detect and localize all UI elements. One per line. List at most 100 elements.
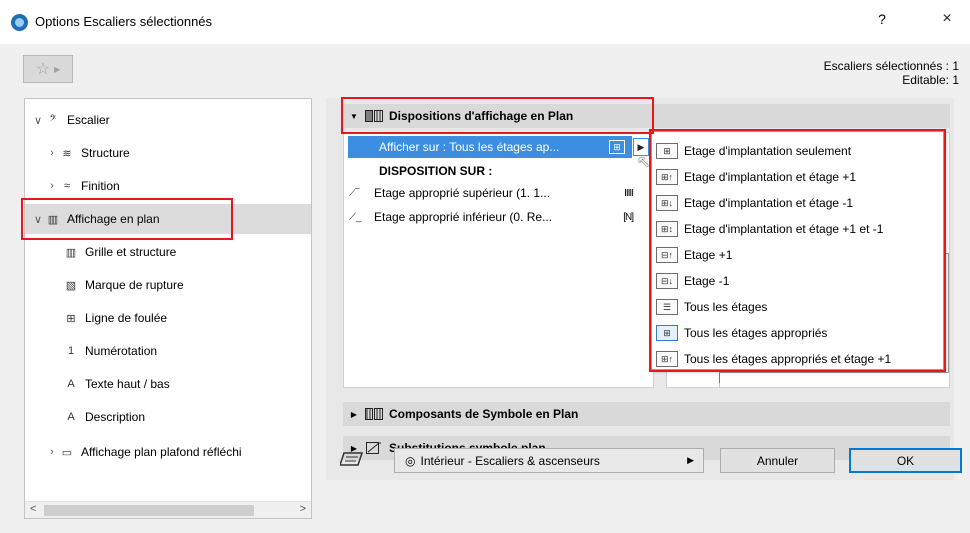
list-item-upper-story[interactable]: ⟋‾ Etage approprié supérieur (1. 1... II… <box>349 182 649 204</box>
description-icon: A <box>67 411 75 423</box>
list-item-lower-story[interactable]: ⟋_ Etage approprié inférieur (0. Re... [… <box>349 206 649 228</box>
grid-pattern-icon: IIIII <box>624 187 634 199</box>
stair-icon: 𝄢 <box>49 113 57 126</box>
all-stories-icon: ⊞ <box>609 140 625 154</box>
text-icon: A <box>67 378 75 390</box>
one-story-down-icon: ⊟↓ <box>656 273 678 289</box>
scroll-right-icon[interactable]: > <box>300 503 306 515</box>
upper-line-icon: ⟋‾ <box>349 187 360 199</box>
structure-icon: ≋ <box>62 147 72 160</box>
tree-item-label: Description <box>85 410 146 424</box>
view-map-icon <box>338 451 368 469</box>
list-item-label: Etage approprié inférieur (0. Re... <box>374 210 553 224</box>
menu-item-label: Etage d'implantation et étage +1 <box>684 170 857 184</box>
expand-triangle-icon[interactable]: ▶ <box>343 410 365 419</box>
disposition-header: DISPOSITION SUR : <box>379 164 493 178</box>
menu-item-minus-one[interactable]: ⊟↓ Etage -1 <box>652 268 943 294</box>
chevron-right-icon[interactable]: › <box>45 180 59 192</box>
archicad-app-icon <box>11 14 28 31</box>
relevant-plus-one-icon: ⊞↑ <box>656 351 678 367</box>
tree-item-label: Affichage en plan <box>67 212 160 226</box>
tree-item-label: Structure <box>81 146 130 160</box>
chevron-down-icon[interactable]: ∨ <box>31 213 45 226</box>
preview-tick <box>719 373 720 383</box>
tree-item-label: Grille et structure <box>85 245 177 259</box>
relevant-stories-icon: ⊞ <box>656 325 678 341</box>
scroll-thumb[interactable] <box>44 505 254 516</box>
editable-count: Editable: 1 <box>902 73 959 87</box>
story-minus-one-icon: ⊞↓ <box>656 195 678 211</box>
help-button[interactable]: ? <box>870 11 894 33</box>
lower-line-icon: ⟋_ <box>349 211 362 223</box>
menu-item-label: Etage -1 <box>684 274 730 288</box>
tree-item-structure[interactable]: › ≋ Structure <box>25 138 311 168</box>
selection-info: Escaliers sélectionnés : 1 Editable: 1 <box>824 59 959 87</box>
menu-item-label: Etage d'implantation et étage -1 <box>684 196 854 210</box>
scroll-left-icon[interactable]: < <box>30 503 36 515</box>
show-on-stories-label: Afficher sur : Tous les étages ap... <box>379 140 560 154</box>
symbol-components-icon <box>365 407 383 421</box>
chevron-right-icon[interactable]: › <box>45 446 59 458</box>
menu-item-home-only[interactable]: ⊞ Etage d'implantation seulement <box>652 138 943 164</box>
horizontal-scrollbar[interactable]: < > <box>25 501 311 518</box>
tree-item-label: Texte haut / bas <box>85 377 170 391</box>
break-mark-icon: ▧ <box>65 279 77 292</box>
walking-line-icon: ⊞ <box>66 312 76 325</box>
show-on-stories-row[interactable]: Afficher sur : Tous les étages ap... ⊞ <box>348 136 632 158</box>
tree-item-label: Escalier <box>67 113 110 127</box>
tree-item-plafond-reflechi[interactable]: › ▭ Affichage plan plafond réfléchi <box>25 437 311 467</box>
tree-item-affichage-en-plan[interactable]: ∨ ▥ Affichage en plan <box>25 204 311 234</box>
title-bar: Options Escaliers sélectionnés ? × <box>0 0 970 44</box>
view-name: Intérieur - Escaliers & ascenseurs <box>420 453 600 468</box>
tree-item-escalier[interactable]: ∨ 𝄢 Escalier <box>25 105 311 135</box>
list-item-label: Etage approprié supérieur (1. 1... <box>374 186 551 200</box>
chevron-down-icon[interactable]: ∨ <box>31 114 45 127</box>
story-plus-one-icon: ⊞↑ <box>656 169 678 185</box>
menu-item-label: Tous les étages appropriés <box>684 326 828 340</box>
section-symbol-components[interactable]: ▶ Composants de Symbole en Plan <box>343 402 950 426</box>
menu-item-all-stories[interactable]: ☰ Tous les étages <box>652 294 943 320</box>
menu-item-all-relevant-stories[interactable]: ⊞ Tous les étages appropriés <box>652 320 943 346</box>
ceiling-plan-icon: ▭ <box>61 446 73 459</box>
menu-item-home-minus-one[interactable]: ⊞↓ Etage d'implantation et étage -1 <box>652 190 943 216</box>
star-icon: ☆ <box>35 61 51 78</box>
close-button[interactable]: × <box>934 10 960 34</box>
ok-button[interactable]: OK <box>849 448 962 473</box>
menu-item-label: Etage d'implantation seulement <box>684 144 852 158</box>
plan-display-icon <box>365 109 383 123</box>
menu-item-plus-one[interactable]: ⊟↑ Etage +1 <box>652 242 943 268</box>
tree-item-texte[interactable]: A Texte haut / bas <box>25 369 311 399</box>
menu-item-all-relevant-plus-one[interactable]: ⊞↑ Tous les étages appropriés et étage +… <box>652 346 943 372</box>
cancel-button[interactable]: Annuler <box>720 448 835 473</box>
one-story-up-icon: ⊟↑ <box>656 247 678 263</box>
plan-display-icon: ▥ <box>47 213 59 226</box>
chevron-right-icon: ▶ <box>687 455 694 465</box>
view-selector[interactable]: ◎ Intérieur - Escaliers & ascenseurs ▶ <box>394 448 704 473</box>
tree-item-label: Marque de rupture <box>85 278 184 292</box>
tree-item-finition[interactable]: › ≈ Finition <box>25 171 311 201</box>
menu-item-label: Etage d'implantation et étage +1 et -1 <box>684 222 884 236</box>
grid-icon: ▥ <box>65 246 77 259</box>
favorites-button[interactable]: ☆ ▶ <box>23 55 73 83</box>
tree-item-label: Ligne de foulée <box>85 311 168 325</box>
tree-item-description[interactable]: A Description <box>25 402 311 432</box>
arrow-right-icon: ▶ <box>54 64 61 74</box>
menu-item-home-plus-one[interactable]: ⊞↑ Etage d'implantation et étage +1 <box>652 164 943 190</box>
story-plus-minus-icon: ⊞↕ <box>656 221 678 237</box>
tree-item-marque-rupture[interactable]: ▧ Marque de rupture <box>25 270 311 300</box>
home-story-icon: ⊞ <box>656 143 678 159</box>
tree-item-grille[interactable]: ▥ Grille et structure <box>25 237 311 267</box>
tree-item-label: Affichage plan plafond réfléchi <box>81 445 242 459</box>
section-title: Composants de Symbole en Plan <box>389 407 579 421</box>
tree-item-ligne-foulee[interactable]: ⊞ Ligne de foulée <box>25 303 311 333</box>
section-plan-display[interactable]: ▼ Dispositions d'affichage en Plan <box>343 104 950 128</box>
menu-item-label: Etage +1 <box>684 248 733 262</box>
menu-item-label: Tous les étages <box>684 300 768 314</box>
chevron-right-icon[interactable]: › <box>45 147 59 159</box>
expand-triangle-icon[interactable]: ▼ <box>343 112 365 121</box>
break-pattern-icon: [N] <box>623 211 634 223</box>
menu-item-home-plus-minus-one[interactable]: ⊞↕ Etage d'implantation et étage +1 et -… <box>652 216 943 242</box>
section-title: Dispositions d'affichage en Plan <box>389 109 574 123</box>
tree-item-label: Finition <box>81 179 120 193</box>
tree-item-numerotation[interactable]: 1 Numérotation <box>25 336 311 366</box>
